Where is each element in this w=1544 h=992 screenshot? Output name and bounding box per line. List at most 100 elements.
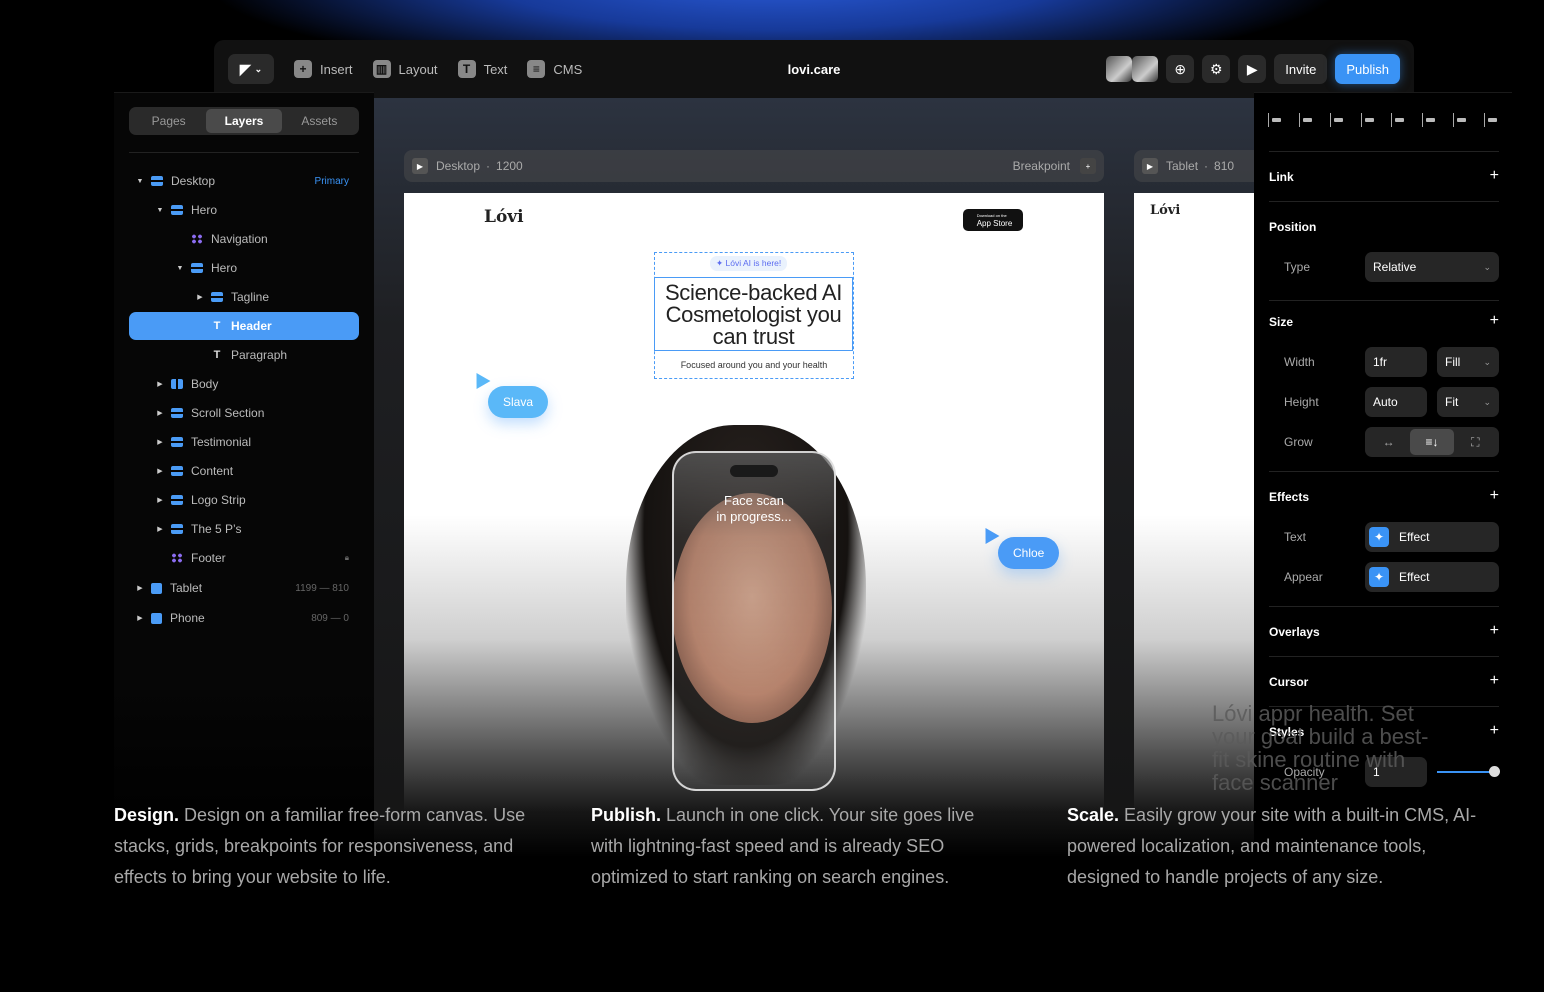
effects-section[interactable]: Effects +: [1269, 488, 1499, 505]
layer-item[interactable]: ▼ Hero: [129, 254, 359, 282]
layer-item[interactable]: ▶ Scroll Section: [129, 399, 359, 427]
text-button[interactable]: T Text: [457, 60, 507, 78]
collaborator-cursor-chloe: Chloe: [998, 537, 1060, 569]
add-breakpoint-icon[interactable]: +: [1080, 158, 1096, 174]
plus-icon[interactable]: +: [1490, 313, 1499, 329]
effect-label: Effect: [1399, 530, 1430, 544]
layer-item[interactable]: ▶ Logo Strip: [129, 486, 359, 514]
cursor-section[interactable]: Cursor +: [1269, 673, 1499, 690]
publish-button[interactable]: Publish: [1335, 54, 1400, 84]
panel-tabs: Pages Layers Assets: [129, 107, 359, 135]
text-effect-button[interactable]: ✦ Effect: [1365, 522, 1499, 552]
layer-item[interactable]: ▼ Hero: [129, 196, 359, 224]
tablet-frame-bar[interactable]: ▶ Tablet · 810: [1134, 150, 1264, 182]
caret-right-icon[interactable]: ▶: [155, 525, 165, 533]
plus-icon[interactable]: +: [1490, 673, 1499, 689]
opacity-input[interactable]: 1: [1365, 757, 1427, 787]
opacity-slider-handle[interactable]: [1489, 766, 1500, 777]
framer-menu-button[interactable]: ◤ ⌄: [228, 54, 274, 84]
insert-button[interactable]: + Insert: [294, 60, 353, 78]
tab-assets[interactable]: Assets: [282, 109, 357, 133]
divider: [1269, 300, 1499, 301]
section-title: Effects: [1269, 490, 1310, 504]
insert-label: Insert: [320, 61, 353, 77]
styles-section[interactable]: Styles +: [1269, 723, 1499, 740]
caret-down-icon[interactable]: ▼: [175, 265, 185, 272]
caret-right-icon[interactable]: ▶: [155, 409, 165, 417]
cms-button[interactable]: ≡ CMS: [527, 60, 582, 78]
distribute-vertical-icon[interactable]: [1483, 113, 1500, 127]
stack-layer-icon: [171, 524, 183, 534]
align-center-icon[interactable]: [1298, 113, 1315, 127]
layer-item[interactable]: Navigation: [129, 225, 359, 253]
desktop-frame-bar[interactable]: ▶ Desktop · 1200 Breakpoint +: [404, 150, 1104, 182]
distribute-horizontal-icon[interactable]: [1453, 113, 1469, 127]
caret-right-icon[interactable]: ▶: [135, 584, 145, 592]
height-mode-select[interactable]: Fit ⌄: [1437, 387, 1499, 417]
layer-item[interactable]: ▶ Tablet 1199 — 810: [129, 574, 359, 602]
play-icon[interactable]: ▶: [412, 158, 428, 174]
plus-icon[interactable]: +: [1490, 623, 1499, 639]
width-input[interactable]: 1fr: [1365, 347, 1427, 377]
caret-right-icon[interactable]: ▶: [155, 380, 165, 388]
layer-item[interactable]: ▶ Tagline: [129, 283, 359, 311]
layer-label: Scroll Section: [191, 406, 265, 420]
appear-effect-button[interactable]: ✦ Effect: [1365, 562, 1499, 592]
caret-down-icon[interactable]: ▼: [155, 207, 165, 214]
caret-right-icon[interactable]: ▶: [155, 438, 165, 446]
plus-icon[interactable]: +: [1490, 723, 1499, 739]
plus-icon[interactable]: +: [1490, 168, 1499, 184]
opacity-slider[interactable]: [1437, 771, 1495, 773]
layer-label: Footer: [191, 551, 226, 565]
caret-right-icon[interactable]: ▶: [195, 293, 205, 301]
tab-pages[interactable]: Pages: [131, 109, 206, 133]
align-top-icon[interactable]: [1360, 113, 1377, 127]
grow-horizontal-icon[interactable]: ↔: [1367, 429, 1410, 455]
overlays-section[interactable]: Overlays +: [1269, 623, 1499, 640]
height-input[interactable]: Auto: [1365, 387, 1427, 417]
layer-label: Navigation: [211, 232, 268, 246]
width-mode-select[interactable]: Fill ⌄: [1437, 347, 1499, 377]
header-text-selected[interactable]: Science-backed AI Cosmetologist you can …: [654, 277, 853, 351]
layer-item[interactable]: Footer 🔒︎: [129, 544, 359, 572]
plus-icon[interactable]: +: [1490, 488, 1499, 504]
text-layer-icon: T: [213, 349, 221, 361]
size-section[interactable]: Size +: [1269, 313, 1499, 330]
caret-right-icon[interactable]: ▶: [155, 496, 165, 504]
layout-button[interactable]: ▥ Layout: [372, 60, 438, 78]
hero-stack-selection[interactable]: ✦ Lóvi AI is here! Science-backed AI Cos…: [654, 252, 854, 379]
lock-icon[interactable]: 🔒︎: [345, 553, 349, 563]
desktop-frame[interactable]: Lóvi Download on the App Store ✦ Lóvi AI …: [404, 193, 1104, 813]
align-bottom-icon[interactable]: [1422, 113, 1438, 127]
invite-button[interactable]: Invite: [1274, 54, 1328, 84]
sparkle-icon: ✦: [1369, 527, 1389, 547]
paragraph-text[interactable]: Focused around you and your health: [655, 360, 853, 370]
play-icon[interactable]: ▶: [1238, 55, 1267, 83]
play-icon[interactable]: ▶: [1142, 158, 1158, 174]
grow-vertical-icon[interactable]: ≡↓: [1410, 429, 1454, 455]
position-type-select[interactable]: Relative ⌄: [1365, 252, 1499, 282]
align-right-icon[interactable]: [1329, 113, 1346, 127]
gear-icon[interactable]: ⚙: [1202, 55, 1231, 83]
tab-layers[interactable]: Layers: [206, 109, 282, 133]
layer-item[interactable]: ▼ Desktop Primary: [129, 167, 359, 195]
layer-item[interactable]: ▶ Content: [129, 457, 359, 485]
grow-fill-icon[interactable]: ⛶: [1454, 429, 1497, 455]
layer-item[interactable]: ▶ Testimonial: [129, 428, 359, 456]
layer-item[interactable]: T Paragraph: [129, 341, 359, 369]
layer-item[interactable]: ▶ The 5 P’s: [129, 515, 359, 543]
caret-right-icon[interactable]: ▶: [135, 614, 145, 622]
caret-right-icon[interactable]: ▶: [155, 467, 165, 475]
collaborator-avatars[interactable]: [1106, 56, 1159, 82]
app-store-badge[interactable]: Download on the App Store: [963, 209, 1023, 231]
tablet-frame[interactable]: Lóvi: [1134, 193, 1254, 813]
globe-icon[interactable]: ⊕: [1166, 55, 1195, 83]
feature-publish: Publish. Launch in one click. Your site …: [591, 800, 1001, 893]
caret-down-icon[interactable]: ▼: [135, 178, 145, 185]
link-section[interactable]: Link +: [1269, 168, 1499, 185]
layer-item[interactable]: ▶ Phone 809 — 0: [129, 604, 359, 632]
align-left-icon[interactable]: [1268, 113, 1284, 127]
layer-item[interactable]: T Header: [129, 312, 359, 340]
layer-item[interactable]: ▶ Body: [129, 370, 359, 398]
align-middle-icon[interactable]: [1391, 113, 1407, 127]
